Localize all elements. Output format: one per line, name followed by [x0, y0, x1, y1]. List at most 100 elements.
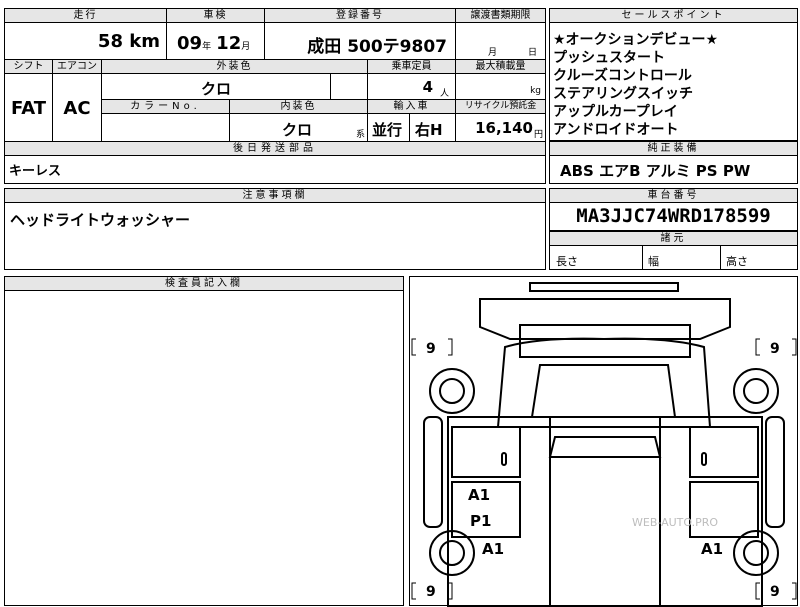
- exterior-color-extra: [331, 74, 368, 100]
- selling-point-item: ステアリングスイッチ: [553, 86, 693, 102]
- recycle-label: リサイクル預託金: [456, 100, 545, 114]
- roof-outline: [530, 364, 677, 418]
- recycle-unit: 円: [533, 130, 543, 140]
- selling-points-panel: セールスポイント ★オークションデビュー★ プッシュスタート クルーズコントロー…: [549, 8, 798, 141]
- shift-value: FAT: [10, 98, 47, 119]
- equipment-value: ABS エアB アルミ PS PW: [560, 162, 751, 180]
- bracket-rl: [411, 582, 416, 600]
- left-side-outline: [447, 416, 551, 607]
- right-door-handle: [701, 452, 707, 466]
- transfer-day-unit: 日: [527, 48, 537, 58]
- mileage-cell: 58 km: [5, 23, 167, 60]
- interior-color-suffix: 系: [355, 130, 365, 140]
- selling-points-label: セールスポイント: [550, 9, 797, 23]
- dimension-height-label: 高さ: [726, 255, 748, 268]
- dimensions-panel: 諸元 長さ 幅 高さ: [549, 231, 798, 270]
- bracket-fl: [411, 338, 416, 356]
- mileage-value: 58: [97, 31, 123, 52]
- bracket-fr-close: [792, 338, 797, 356]
- wheel-front-right: [733, 368, 779, 414]
- notes-value: ヘッドライトウォッシャー: [10, 211, 191, 229]
- bracket-rr-close: [792, 582, 797, 600]
- damage-mark-p1: P1: [470, 512, 492, 530]
- inspection-month-unit: 月: [241, 42, 251, 52]
- registration-label: 登録番号: [265, 9, 456, 23]
- tire-fr-value: 9: [770, 341, 780, 357]
- wheel-front-left-inner: [439, 378, 465, 404]
- delivery-label: 後日発送部品: [5, 142, 545, 156]
- recycle-cell: 16,140 円: [456, 114, 545, 142]
- selling-point-item: クルーズコントロール: [553, 68, 692, 84]
- inspection-cell: 09年 12月: [167, 23, 265, 60]
- inspection-year-unit: 年: [202, 42, 212, 52]
- right-door-front: [689, 426, 759, 478]
- dimension-length-label: 長さ: [556, 255, 578, 268]
- registration-value: 成田 500テ9807: [307, 37, 447, 57]
- shift-label: シフト: [5, 60, 53, 74]
- exterior-color-value: クロ: [200, 80, 231, 98]
- selling-point-item: ★オークションデビュー★: [553, 32, 719, 48]
- body-upper-outline: [496, 337, 712, 428]
- damage-mark-left: A1: [482, 540, 505, 558]
- capacity-label: 乗車定員: [368, 60, 456, 74]
- exterior-color-cell: クロ: [102, 74, 331, 100]
- bracket-rr: [755, 582, 760, 600]
- import-type-cell: 並行: [368, 114, 410, 142]
- registration-cell: 成田 500テ9807: [265, 23, 456, 60]
- equipment-panel: 純正装備 ABS エアB アルミ PS PW: [549, 141, 798, 184]
- max-load-cell: kg: [456, 74, 545, 100]
- car-diagram-panel: 9 9 9 9 A1 P1 A1 A1 WEB-AUTO.PRO: [409, 276, 798, 607]
- mileage-unit: km: [129, 31, 160, 52]
- import-label: 輸入車: [368, 100, 456, 114]
- aircon-value: AC: [63, 98, 91, 119]
- watermark: WEB-AUTO.PRO: [632, 516, 719, 529]
- left-door-front: [451, 426, 521, 478]
- steering-cell: 右H: [410, 114, 456, 142]
- interior-color-label: 内装色: [230, 100, 368, 114]
- wheel-rear-left-inner: [439, 540, 465, 566]
- right-side-outline: [659, 416, 763, 607]
- recycle-value: 16,140: [475, 119, 533, 137]
- capacity-cell: 4 人: [368, 74, 456, 100]
- damage-mark-door: A1: [468, 486, 491, 504]
- equipment-label: 純正装備: [550, 142, 797, 156]
- delivery-value: キーレス: [9, 164, 62, 179]
- mileage-label: 走行: [5, 9, 167, 23]
- tire-fl-value: 9: [426, 341, 436, 357]
- damage-mark-right: A1: [701, 540, 724, 558]
- chassis-panel: 車台番号 MA3JJC74WRD178599: [549, 188, 798, 231]
- chassis-label: 車台番号: [550, 189, 797, 203]
- interior-color-value: クロ: [282, 121, 313, 139]
- bracket-fl-close: [448, 338, 453, 356]
- selling-point-item: アンドロイドオート: [553, 122, 679, 138]
- inspector-label: 検査員記入欄: [5, 277, 403, 291]
- hood-outline: [479, 298, 731, 340]
- color-no-cell: [102, 114, 230, 142]
- import-type: 並行: [372, 121, 403, 139]
- center-windshield-outline: [548, 436, 662, 458]
- inspection-label: 車検: [167, 9, 265, 23]
- shift-cell: FAT: [5, 74, 53, 142]
- car-diagram: [411, 282, 797, 607]
- aircon-label: エアコン: [53, 60, 102, 74]
- inspector-panel: 検査員記入欄: [4, 276, 404, 606]
- dimensions-label: 諸元: [550, 232, 797, 246]
- interior-color-cell: クロ 系: [230, 114, 368, 142]
- max-load-unit: kg: [530, 86, 541, 96]
- wheel-front-right-inner: [743, 378, 769, 404]
- right-side-skirt: [765, 416, 785, 528]
- notes-panel: 注意事項欄 ヘッドライトウォッシャー: [4, 188, 546, 270]
- dimension-width-label: 幅: [648, 255, 659, 268]
- left-door-handle: [501, 452, 507, 466]
- inspection-month: 12: [216, 33, 242, 54]
- transfer-label: 譲渡書類期限: [456, 9, 545, 23]
- selling-point-item: プッシュスタート: [553, 50, 665, 66]
- selling-point-item: アップルカープレイ: [553, 104, 678, 120]
- exterior-color-label: 外装色: [102, 60, 368, 74]
- color-no-label: カラーNo.: [102, 100, 230, 114]
- aircon-cell: AC: [53, 74, 102, 142]
- transfer-month-unit: 月: [488, 48, 498, 58]
- selling-points-list: ★オークションデビュー★ プッシュスタート クルーズコントロール ステアリングス…: [553, 31, 718, 139]
- tire-rr-value: 9: [770, 584, 780, 600]
- wheel-rear-right-inner: [743, 540, 769, 566]
